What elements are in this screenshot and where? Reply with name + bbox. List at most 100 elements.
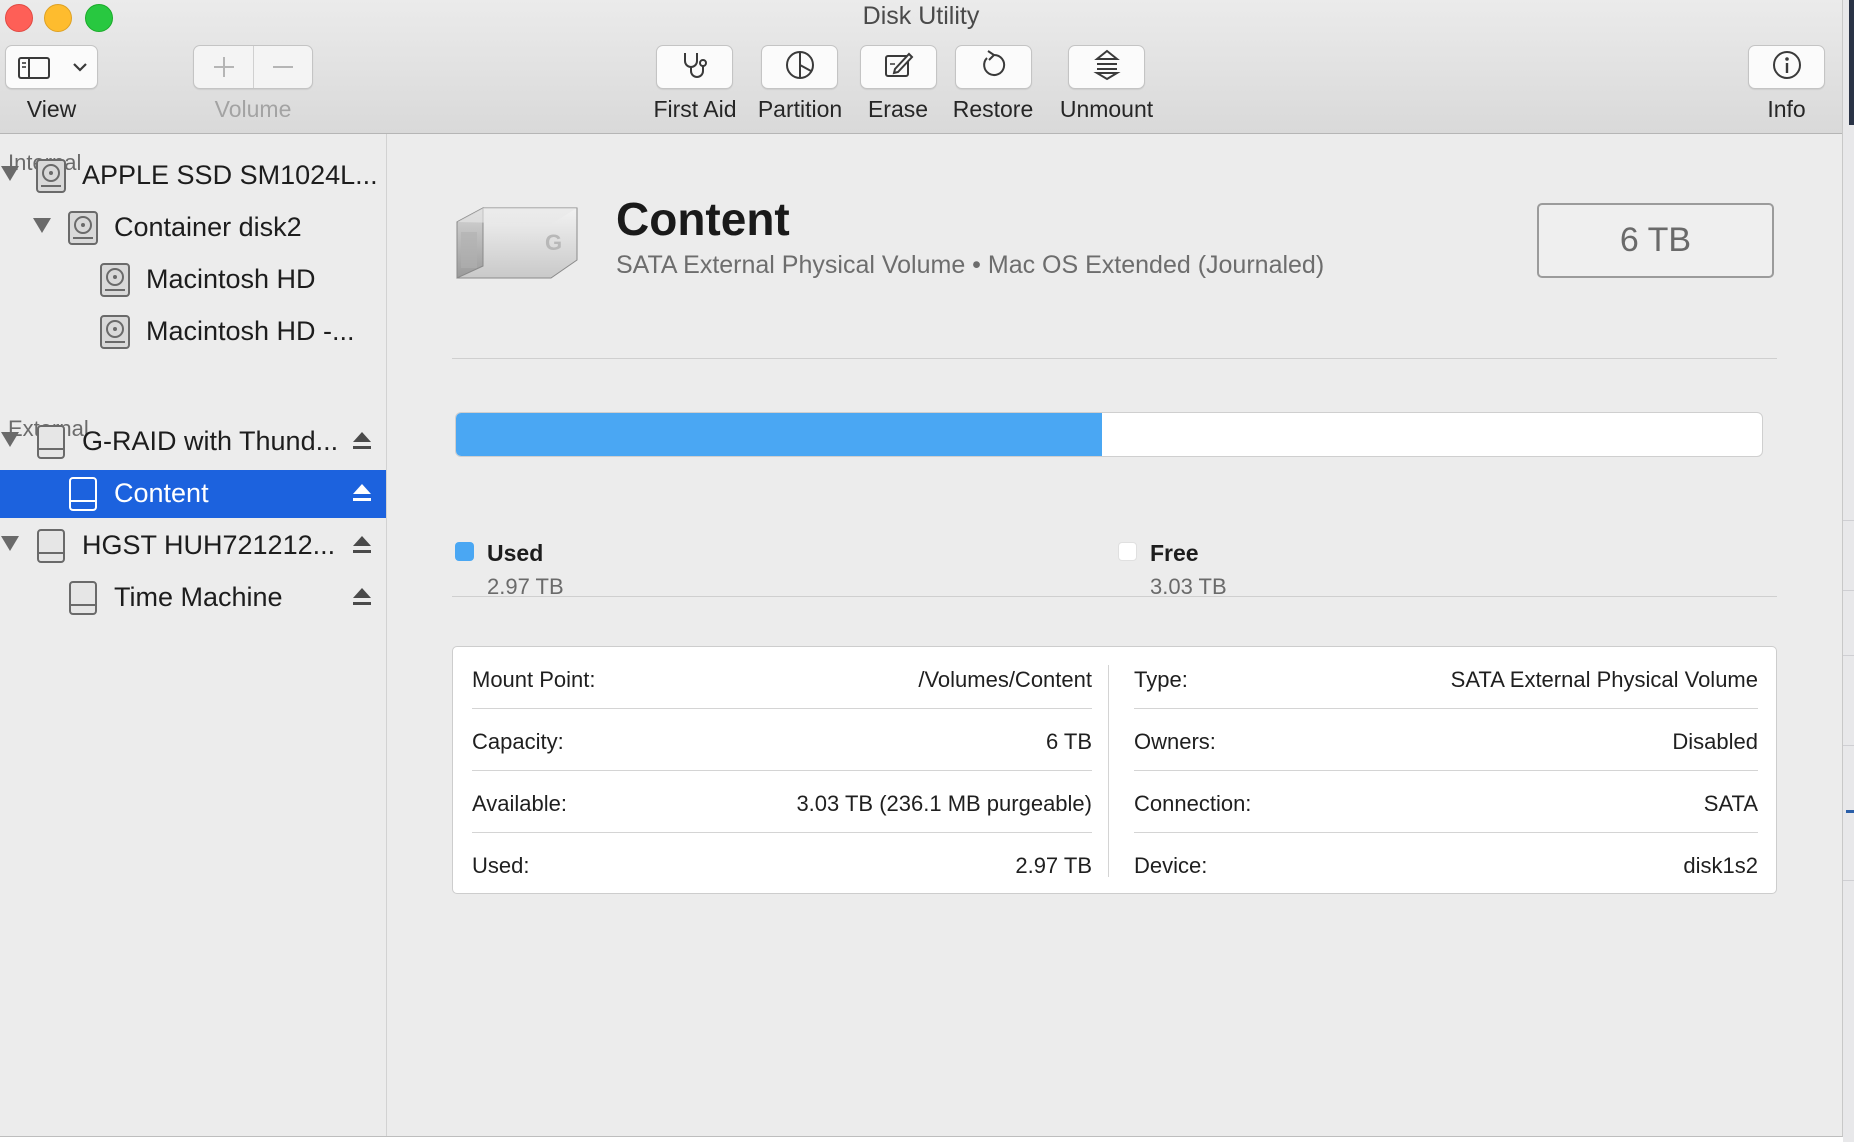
info-row: Used: 2.97 TB	[472, 833, 1092, 895]
sidebar-item-container-disk2[interactable]: Container disk2	[0, 204, 386, 252]
eject-icon[interactable]	[352, 586, 372, 613]
sidebar-toggle-icon	[18, 56, 50, 85]
add-volume-icon[interactable]	[212, 55, 236, 84]
info-row: Capacity: 6 TB	[472, 709, 1092, 771]
erase-button[interactable]	[860, 45, 937, 89]
info-key: Owners:	[1134, 729, 1216, 754]
desktop-background	[1843, 0, 1854, 1142]
info-key: Type:	[1134, 667, 1188, 692]
remove-volume-icon[interactable]	[271, 55, 295, 84]
sidebar-item-time-machine[interactable]: Time Machine	[0, 574, 386, 622]
sidebar-item-hgst[interactable]: HGST HUH721212...	[0, 522, 386, 570]
volume-size-badge: 6 TB	[1537, 203, 1774, 278]
sidebar-item-label: Container disk2	[114, 212, 302, 242]
disclosure-triangle-icon[interactable]	[1, 536, 19, 551]
divider	[452, 596, 1777, 597]
partition-button[interactable]	[761, 45, 838, 89]
disclosure-triangle-icon[interactable]	[1, 166, 19, 181]
disclosure-triangle-icon[interactable]	[1, 432, 19, 447]
info-icon	[1771, 49, 1803, 86]
unmount-label: Unmount	[1059, 96, 1154, 122]
first-aid-button[interactable]	[656, 45, 733, 89]
sidebar-item-label: APPLE SSD SM1024L...	[82, 160, 378, 190]
info-value: 6 TB	[1045, 729, 1092, 754]
divider	[452, 358, 1777, 359]
info-value: SATA	[1703, 791, 1758, 816]
restore-button[interactable]	[955, 45, 1032, 89]
info-row: Owners: Disabled	[1134, 709, 1758, 771]
usage-bar-used-fill	[456, 413, 1103, 456]
internal-disk-icon	[34, 158, 68, 199]
info-label: Info	[1767, 96, 1806, 122]
info-value: /Volumes/Content	[918, 667, 1092, 692]
external-disk-icon	[66, 580, 100, 621]
internal-disk-icon	[66, 210, 100, 251]
internal-disk-icon	[98, 314, 132, 355]
internal-disk-icon	[98, 262, 132, 303]
used-legend-label: Used	[487, 540, 544, 566]
free-legend-label: Free	[1150, 540, 1199, 566]
volume-segmented-control[interactable]	[193, 45, 313, 89]
sidebar-item-macintosh-hd-data[interactable]: Macintosh HD -...	[0, 308, 386, 356]
sidebar-item-label: Time Machine	[114, 582, 283, 612]
eject-icon[interactable]	[352, 430, 372, 457]
restore-label: Restore	[952, 96, 1034, 122]
eject-icon[interactable]	[352, 534, 372, 561]
volume-label: Volume	[214, 96, 292, 122]
info-button[interactable]	[1748, 45, 1825, 89]
pie-chart-icon	[784, 49, 816, 86]
info-column-right: Type: SATA External Physical Volume Owne…	[1134, 647, 1758, 893]
info-row: Available: 3.03 TB (236.1 MB purgeable)	[472, 771, 1092, 833]
info-key: Device:	[1134, 853, 1208, 878]
info-value: SATA External Physical Volume	[1450, 667, 1758, 692]
restore-arrow-icon	[978, 49, 1010, 86]
first-aid-label: First Aid	[653, 96, 737, 122]
eject-icon[interactable]	[352, 482, 372, 509]
volume-detail-pane: G Content SATA External Physical Volume …	[387, 134, 1842, 1136]
sidebar-item-macintosh-hd[interactable]: Macintosh HD	[0, 256, 386, 304]
info-key: Available:	[472, 791, 567, 816]
pencil-erase-icon	[883, 50, 915, 85]
sidebar: Internal APPLE SSD SM1024L... Container …	[0, 134, 387, 1136]
info-row: Connection: SATA	[1134, 771, 1758, 833]
info-row: Type: SATA External Physical Volume	[1134, 647, 1758, 709]
usage-bar	[455, 412, 1763, 457]
info-row: Device: disk1s2	[1134, 833, 1758, 895]
info-key: Connection:	[1134, 791, 1252, 816]
used-swatch	[455, 542, 474, 561]
svg-text:G: G	[545, 230, 562, 255]
info-value: 3.03 TB (236.1 MB purgeable)	[796, 791, 1092, 816]
sidebar-item-label: Content	[114, 478, 209, 508]
info-key: Capacity:	[472, 729, 564, 754]
external-disk-icon	[66, 476, 100, 517]
view-label: View	[26, 96, 77, 122]
external-disk-icon	[34, 424, 68, 465]
info-key: Mount Point:	[472, 667, 596, 692]
unmount-button[interactable]	[1068, 45, 1145, 89]
volume-name: Content	[616, 193, 790, 245]
info-value: disk1s2	[1683, 853, 1758, 878]
disk-utility-window: Disk Utility View Volume First Aid Parti…	[0, 0, 1843, 1137]
info-key: Used:	[472, 853, 530, 878]
unmount-icon	[1092, 49, 1121, 86]
window-title: Disk Utility	[862, 2, 980, 30]
external-disk-icon	[34, 528, 68, 569]
disclosure-triangle-icon[interactable]	[33, 218, 51, 233]
sidebar-item-content[interactable]: Content	[0, 470, 386, 518]
erase-label: Erase	[867, 96, 929, 122]
info-column-left: Mount Point: /Volumes/Content Capacity: …	[472, 647, 1092, 893]
external-drive-icon: G	[453, 204, 581, 289]
partition-label: Partition	[757, 96, 843, 122]
sidebar-item-g-raid[interactable]: G-RAID with Thund...	[0, 418, 386, 466]
stethoscope-icon	[679, 50, 711, 85]
sidebar-item-label: Macintosh HD -...	[146, 316, 355, 346]
sidebar-item-label: Macintosh HD	[146, 264, 316, 294]
free-swatch	[1118, 542, 1137, 561]
sidebar-item-apple-ssd[interactable]: APPLE SSD SM1024L...	[0, 152, 386, 200]
sidebar-item-label: G-RAID with Thund...	[82, 426, 339, 456]
info-value: 2.97 TB	[1015, 853, 1092, 878]
view-button[interactable]	[5, 45, 98, 89]
volume-subtitle: SATA External Physical Volume • Mac OS E…	[616, 251, 1325, 279]
toolbar: Disk Utility View Volume First Aid Parti…	[0, 0, 1842, 134]
info-value: Disabled	[1672, 729, 1758, 754]
